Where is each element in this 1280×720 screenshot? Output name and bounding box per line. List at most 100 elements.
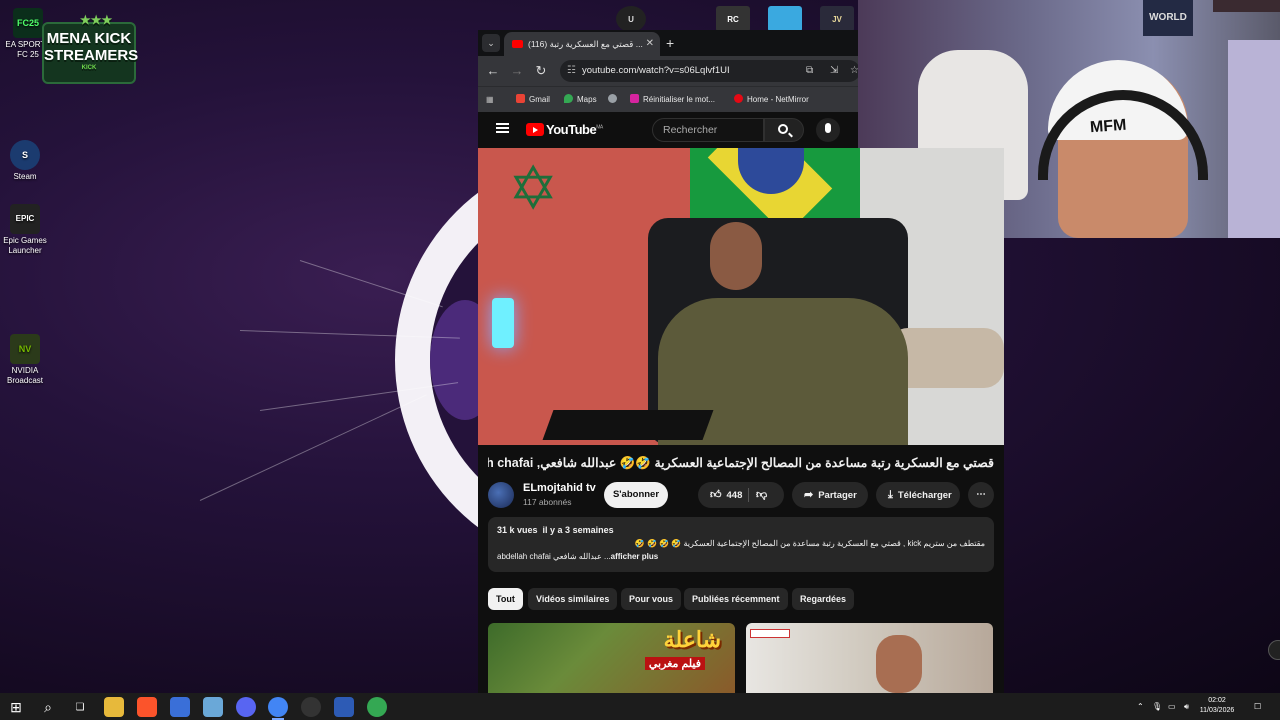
chrome-icon xyxy=(608,94,617,103)
file-explorer-icon[interactable] xyxy=(104,697,124,717)
apps-grid-icon[interactable]: ▦ xyxy=(486,87,494,112)
obs-icon[interactable] xyxy=(301,697,321,717)
tab-title: (116) قصتي مع العسكرية رتبة ... xyxy=(528,39,643,49)
chrome-profile-icon[interactable] xyxy=(367,697,387,717)
badge-line-2: STREAMERS xyxy=(44,47,139,64)
show-more-link[interactable]: afficher plus xyxy=(611,552,659,561)
network-icon[interactable]: ▭ xyxy=(1168,693,1176,720)
chip-for-you[interactable]: Pour vous xyxy=(621,588,682,610)
store-icon[interactable] xyxy=(170,697,190,717)
volume-icon[interactable]: 🔊︎ xyxy=(1184,693,1189,720)
app-icon[interactable] xyxy=(334,697,354,717)
video-player[interactable]: ✡ xyxy=(478,148,1004,445)
divider xyxy=(748,488,749,502)
desktop-icon-epic-games[interactable]: EPIC Epic Games Launcher xyxy=(0,204,53,256)
youtube-logo[interactable]: YouTubeMA xyxy=(526,122,603,137)
more-icon: ⋯ xyxy=(976,489,986,500)
bookmark-netmirror[interactable]: Home - NetMirror xyxy=(734,87,809,112)
search-icon xyxy=(778,124,788,134)
bookmark-gmail[interactable]: Gmail xyxy=(516,87,550,112)
close-tab-icon[interactable]: ✕ xyxy=(646,32,654,56)
stars-icon: ★★★ xyxy=(80,13,113,27)
share-button[interactable]: ➦ Partager xyxy=(792,482,868,508)
desktop-icon-nvidia-broadcast[interactable]: NV NVIDIA Broadcast xyxy=(0,334,53,386)
tray-chevron-up-icon[interactable]: ⌃ xyxy=(1137,693,1144,720)
windows-start-icon[interactable]: ⊞ xyxy=(6,697,26,717)
badge-line-1: MENA KICK xyxy=(46,30,132,47)
video-person-head xyxy=(710,222,762,290)
chip-similar-videos[interactable]: Vidéos similaires xyxy=(528,588,618,610)
subscribe-button[interactable]: S'abonner xyxy=(604,482,668,508)
jv-icon[interactable]: JV xyxy=(820,6,854,32)
channel-avatar[interactable] xyxy=(488,482,514,508)
install-icon[interactable]: ⇲ xyxy=(830,60,838,82)
site-info-icon[interactable]: ☷ xyxy=(567,60,576,82)
bookmark-star-icon[interactable]: ☆ xyxy=(850,60,858,82)
video-lamp xyxy=(492,298,514,348)
back-button[interactable]: ← xyxy=(484,62,502,80)
video-thumbnail[interactable]: شاعلة فيلم مغربي xyxy=(488,623,735,693)
like-count: 448 xyxy=(726,490,743,501)
bookmark-instagram[interactable]: Réinitialiser le mot... xyxy=(630,87,715,112)
channel-row: ELmojtahid tv 117 abonnés S'abonner 👍︎ 44… xyxy=(488,480,994,510)
translate-icon[interactable]: ⧉ xyxy=(806,60,813,82)
clock-date: 11/03/2026 xyxy=(1199,707,1235,714)
task-view-icon[interactable]: ❏ xyxy=(70,697,90,717)
like-dislike-group: 👍︎ 448 👎︎ xyxy=(698,482,784,508)
discord-icon[interactable] xyxy=(236,697,256,717)
unreal-icon[interactable]: U xyxy=(616,6,646,32)
new-tab-button[interactable]: + xyxy=(666,32,674,54)
reload-button[interactable]: ↻ xyxy=(532,62,550,80)
description-meta: 31 k vues il y a 3 semaines xyxy=(497,525,985,535)
gmail-icon xyxy=(516,94,525,103)
tab-strip: ⌄ (116) قصتي مع العسكرية رتبة ... ✕ + xyxy=(478,30,858,56)
desktop-icon-label: Steam xyxy=(13,172,37,181)
thumbnail-tag xyxy=(750,629,790,638)
ea-fc25-icon: FC25 xyxy=(13,8,43,38)
bookmark-chrome[interactable] xyxy=(608,87,621,112)
chip-recently-published[interactable]: Publiées récemment xyxy=(684,588,788,610)
desktop-icon-steam[interactable]: S Steam xyxy=(0,140,53,182)
voice-search-button[interactable] xyxy=(816,118,840,142)
forward-button[interactable]: → xyxy=(508,62,526,80)
youtube-watch-page: ✡ قصتي مع العسكرية رتبة مساعدة من المصال… xyxy=(478,148,1004,693)
youtube-favicon-icon xyxy=(512,40,523,48)
bookmark-maps[interactable]: Maps xyxy=(564,87,597,112)
download-button[interactable]: ⤓ Télécharger xyxy=(876,482,960,508)
video-thumbnail[interactable] xyxy=(746,623,993,693)
webcam-poster: WORLD xyxy=(1143,0,1193,36)
netmirror-icon xyxy=(734,94,743,103)
search-button[interactable] xyxy=(764,118,804,142)
nvidia-icon: NV xyxy=(10,334,40,364)
more-actions-button[interactable]: ⋯ xyxy=(968,482,994,508)
channel-name[interactable]: ELmojtahid tv xyxy=(523,482,596,494)
video-title: قصتي مع العسكرية رتبة مساعدة من المصالح … xyxy=(488,456,994,470)
description-box[interactable]: 31 k vues il y a 3 semaines مقتطف من ستر… xyxy=(488,517,994,572)
address-bar[interactable]: ☷ youtube.com/watch?v=s06Lqlvf1UI ⧉ ⇲ ☆ xyxy=(560,60,858,82)
notifications-icon[interactable]: ☐ xyxy=(1254,693,1261,720)
menu-icon[interactable] xyxy=(496,123,509,133)
description-line-2: abdellah chafai عبدالله شافعي ...affiche… xyxy=(497,552,659,561)
upload-age: il y a 3 semaines xyxy=(542,525,614,535)
system-clock[interactable]: 02:02 11/03/2026 xyxy=(1196,696,1238,716)
subscriber-count: 117 abonnés xyxy=(523,497,572,507)
arc-raiders-icon[interactable]: RC xyxy=(716,6,750,32)
chip-all[interactable]: Tout xyxy=(488,588,523,610)
tab-search-button[interactable]: ⌄ xyxy=(482,34,500,52)
search-input[interactable]: Rechercher xyxy=(652,118,764,142)
dislike-button[interactable]: 👎︎ xyxy=(756,482,767,508)
stumble-guys-icon[interactable] xyxy=(768,6,802,32)
brave-icon[interactable] xyxy=(137,697,157,717)
search-icon[interactable]: ⌕ xyxy=(38,697,58,717)
taskbar: ⊞ ⌕ ❏ ⌃ 🎙︎ ▭ 🔊︎ 02:02 11/03/2026 ☐ xyxy=(0,693,1280,720)
notepad-icon[interactable] xyxy=(203,697,223,717)
chrome-icon[interactable] xyxy=(268,697,288,720)
like-button[interactable]: 👍︎ 448 xyxy=(698,482,748,508)
download-icon: ⤓ xyxy=(888,489,893,501)
chip-watched[interactable]: Regardées xyxy=(792,588,855,610)
video-keyboard xyxy=(542,410,714,440)
thumbnail-subtitle: فيلم مغربي xyxy=(644,657,705,670)
thumbnail-person xyxy=(876,635,922,693)
microphone-icon[interactable]: 🎙︎ xyxy=(1152,693,1162,720)
browser-tab-youtube[interactable]: (116) قصتي مع العسكرية رتبة ... ✕ xyxy=(504,32,660,56)
